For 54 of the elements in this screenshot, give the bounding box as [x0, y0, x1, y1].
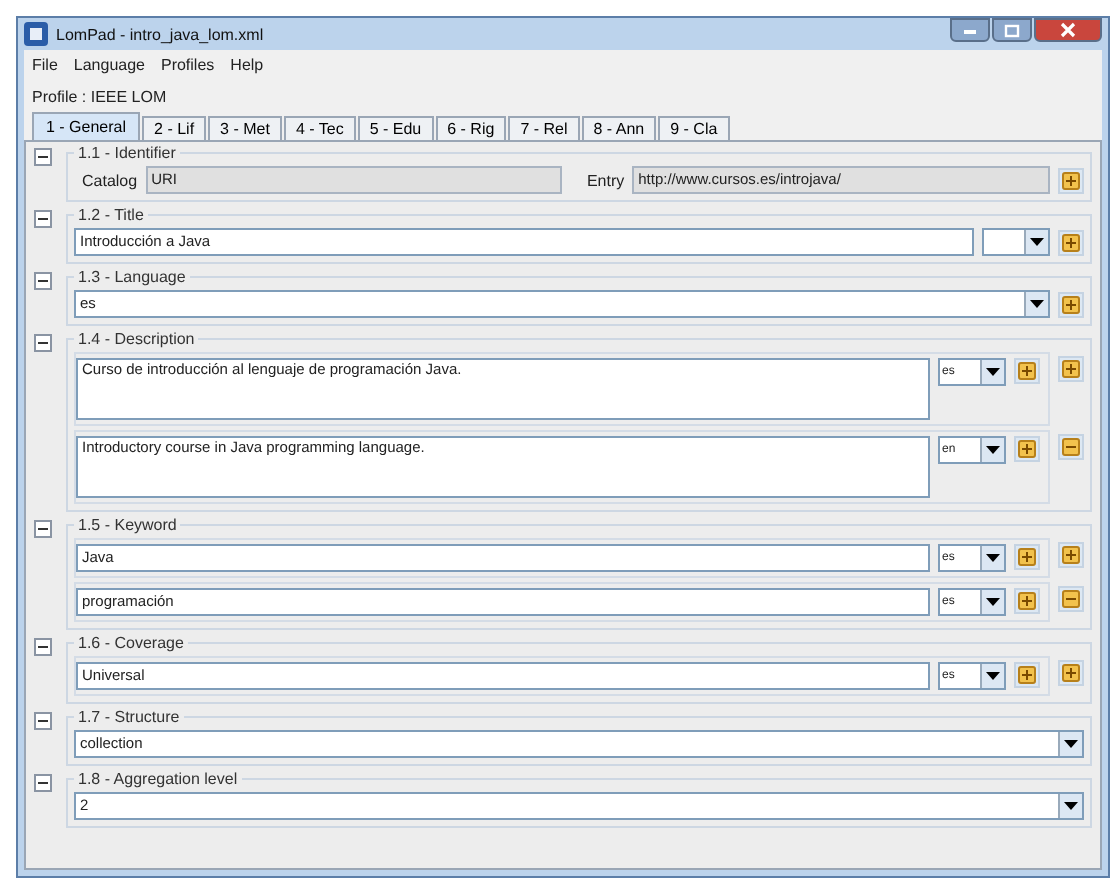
section-title: 1.1 - Identifier	[76, 144, 178, 162]
app-icon	[24, 22, 48, 46]
collapse-toggle[interactable]	[34, 774, 52, 792]
close-button[interactable]	[1034, 18, 1102, 42]
tab[interactable]: 5 - Edu	[357, 116, 434, 140]
menu-item[interactable]: Profiles	[160, 56, 215, 74]
catalog-label: Catalog	[80, 171, 138, 189]
profile-label: Profile : IEEE LOM	[24, 80, 1102, 112]
remove-button[interactable]	[1058, 586, 1084, 612]
section-title: 1.8 - Aggregation level	[76, 770, 240, 788]
add-button[interactable]	[1058, 229, 1084, 255]
collapse-toggle[interactable]	[34, 272, 52, 290]
collapse-toggle[interactable]	[34, 712, 52, 730]
tab[interactable]: 7 - Rel	[508, 116, 580, 140]
tab[interactable]: 6 - Rig	[435, 116, 507, 140]
add-button[interactable]	[1014, 662, 1040, 688]
collapse-toggle[interactable]	[34, 148, 52, 166]
section-title: 1.4 - Description	[76, 330, 197, 348]
tab[interactable]: 8 - Ann	[581, 116, 657, 140]
collapse-toggle[interactable]	[34, 334, 52, 352]
collapse-toggle[interactable]	[34, 210, 52, 228]
maximize-button[interactable]	[992, 18, 1032, 42]
entry-label: Entry	[584, 171, 625, 189]
add-button[interactable]	[1058, 542, 1084, 568]
menu-item[interactable]: Language	[73, 56, 145, 74]
section-title: 1.6 - Coverage	[76, 634, 186, 652]
minimize-button[interactable]	[950, 18, 990, 42]
section-title: 1.7 - Structure	[76, 708, 182, 726]
tab[interactable]: 2 - Lif	[142, 116, 207, 140]
add-button[interactable]	[1058, 167, 1084, 193]
tab[interactable]: 9 - Cla	[658, 116, 730, 140]
minimize-icon	[962, 24, 978, 36]
window-title: LomPad - intro_java_lom.xml	[56, 25, 264, 43]
section-title: 1.2 - Title	[76, 206, 146, 224]
add-button[interactable]	[1014, 358, 1040, 384]
remove-button[interactable]	[1058, 434, 1084, 460]
language-dropdown[interactable]	[982, 228, 1050, 256]
tab[interactable]: 3 - Met	[208, 116, 282, 140]
tab[interactable]: 1 - General	[32, 112, 141, 140]
add-button[interactable]	[1014, 436, 1040, 462]
add-button[interactable]	[1058, 291, 1084, 317]
menu-item[interactable]: Help	[230, 56, 264, 74]
tab[interactable]: 4 - Tec	[283, 116, 356, 140]
menu-item[interactable]: File	[32, 56, 58, 74]
maximize-icon	[1004, 23, 1020, 37]
add-button[interactable]	[1014, 588, 1040, 614]
add-button[interactable]	[1058, 660, 1084, 686]
collapse-toggle[interactable]	[34, 638, 52, 656]
add-button[interactable]	[1014, 544, 1040, 570]
collapse-toggle[interactable]	[34, 520, 52, 538]
section-title: 1.5 - Keyword	[76, 516, 179, 534]
close-icon	[1060, 22, 1076, 38]
section-title: 1.3 - Language	[76, 268, 188, 286]
add-button[interactable]	[1058, 356, 1084, 382]
